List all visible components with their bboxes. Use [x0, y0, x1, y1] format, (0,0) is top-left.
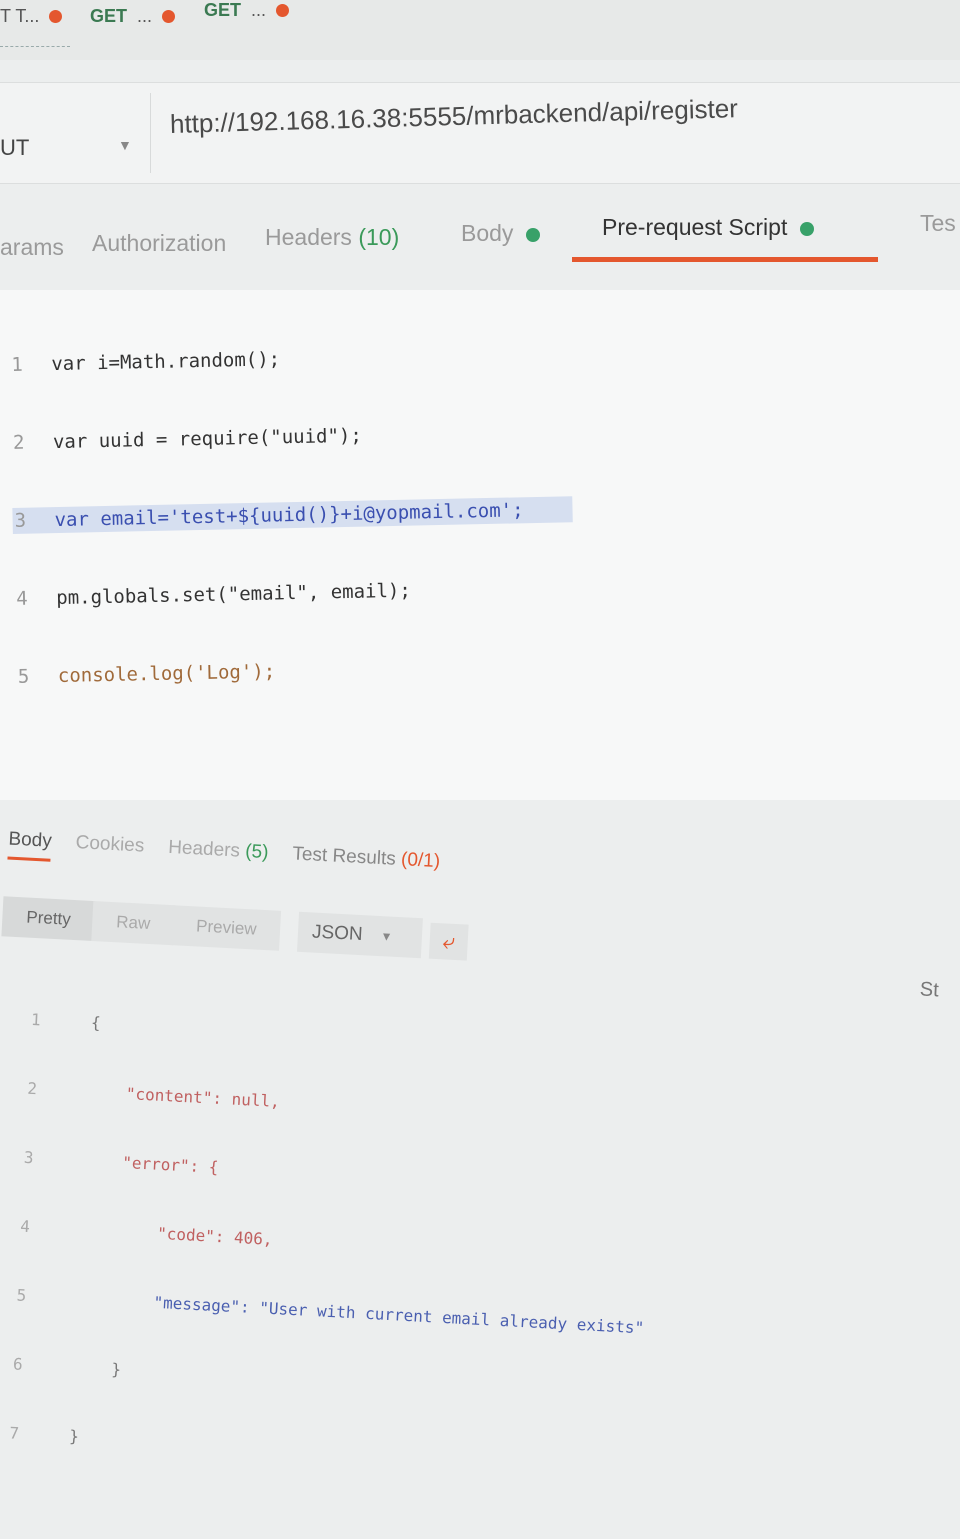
response-line: 1{: [28, 1008, 659, 1064]
response-body[interactable]: 1{ 2 "content": null, 3 "error": { 4 "co…: [4, 962, 661, 1523]
tab-headers[interactable]: Headers (10): [265, 224, 399, 251]
format-select[interactable]: JSON ▼: [296, 911, 423, 959]
unsaved-dot-icon: [162, 10, 176, 23]
tab-label: ...: [251, 0, 267, 20]
status-label: St: [919, 978, 940, 1002]
format-select-value: JSON: [311, 921, 364, 946]
raw-button[interactable]: Raw: [91, 901, 176, 946]
response-line: 7}: [7, 1421, 638, 1477]
response-text: {: [90, 1013, 102, 1033]
line-number: 7: [8, 1423, 20, 1443]
tab-label: ...: [137, 6, 153, 26]
response-panel: Body Cookies Headers (5) Test Results (0…: [0, 810, 959, 1446]
code-area[interactable]: 1 var i=Math.random(); 2 var uuid = requir…: [8, 288, 577, 742]
tab-cookies[interactable]: Cookies: [75, 832, 145, 867]
unsaved-dot-icon: [49, 10, 63, 23]
tab-test-results-label: Test Results: [291, 843, 397, 870]
line-number: 6: [12, 1354, 24, 1374]
line-number: 3: [23, 1147, 34, 1168]
chevron-down-icon: ▼: [380, 929, 393, 944]
tab-response-headers[interactable]: Headers (5): [167, 837, 269, 873]
line-number: 4: [19, 1216, 31, 1237]
tab-method: GET: [204, 0, 242, 20]
tab-response-body[interactable]: Body: [7, 828, 53, 862]
tab-label: T T...: [0, 6, 40, 26]
line-number: 3: [14, 509, 27, 532]
unsaved-dot-icon: [276, 4, 290, 17]
pretty-button[interactable]: Pretty: [1, 896, 96, 942]
response-line: 6 }: [10, 1352, 641, 1408]
tab-test-results-count: (0/1): [400, 849, 441, 873]
tab-headers-count: (10): [358, 224, 400, 250]
tab-test-results[interactable]: Test Results (0/1): [291, 843, 441, 882]
response-line: 3 "error": {: [21, 1146, 652, 1202]
response-tabs: Body Cookies Headers (5) Test Results (0…: [7, 828, 441, 882]
code-line: 5 console.log('Log');: [16, 652, 576, 690]
response-line: 2 "content": null,: [25, 1077, 656, 1133]
code-text: var i=Math.random();: [51, 348, 281, 376]
response-text: }: [68, 1426, 80, 1446]
line-number: 2: [26, 1078, 38, 1099]
tab-response-headers-label: Headers: [167, 836, 241, 862]
method-select[interactable]: UT: [0, 135, 29, 161]
code-text: pm.globals.set("email", email);: [56, 579, 412, 610]
code-line-active: 3 var email='test+${uuid()}+i@yopmail.com…: [12, 496, 573, 534]
line-number: 1: [11, 353, 24, 376]
tab-divider: [0, 46, 70, 47]
status-dot-icon: [525, 227, 540, 242]
chevron-down-icon[interactable]: ▼: [118, 137, 132, 153]
tab-body-label: Body: [461, 220, 514, 246]
tab-response-headers-count: (5): [244, 840, 269, 864]
code-line: 1 var i=Math.random();: [9, 340, 569, 378]
line-number: 4: [16, 587, 28, 610]
code-text: console.log('Log');: [57, 660, 276, 688]
request-tab-2[interactable]: GET ...: [90, 6, 176, 27]
code-line: 4 pm.globals.set("email", email);: [14, 574, 574, 612]
response-text: "error": {: [83, 1150, 219, 1177]
active-tab-indicator: [572, 257, 878, 262]
code-line: 2 var uuid = require("uuid");: [11, 418, 571, 456]
tab-method: GET: [90, 6, 128, 26]
code-text: var uuid = require("uuid");: [52, 424, 363, 454]
request-tab-1[interactable]: T T...: [0, 6, 63, 27]
line-number: 5: [17, 665, 30, 688]
url-bar: UT ▼ http://192.168.16.38:5555/mrbackend…: [0, 82, 960, 184]
request-tab-3[interactable]: GET ...: [204, 0, 290, 21]
response-text: }: [72, 1357, 122, 1380]
line-number: 5: [16, 1285, 27, 1306]
response-text: "code": 406,: [79, 1219, 274, 1249]
preview-button[interactable]: Preview: [171, 905, 282, 951]
divider: [150, 93, 151, 173]
line-number: 2: [12, 431, 25, 454]
status-dot-icon: [799, 221, 814, 236]
tab-headers-label: Headers: [265, 224, 352, 250]
tab-tests[interactable]: Tes: [920, 210, 956, 237]
url-input[interactable]: http://192.168.16.38:5555/mrbackend/api/…: [170, 93, 739, 140]
tab-body[interactable]: Body: [461, 220, 540, 247]
tab-pre-request-script[interactable]: Pre-request Script: [602, 214, 814, 241]
code-text: var email='test+${uuid()}+i@yopmail.com'…: [54, 499, 524, 532]
response-line: 4 "code": 406,: [18, 1215, 649, 1271]
tab-params[interactable]: arams: [0, 234, 64, 261]
tab-authorization[interactable]: Authorization: [92, 230, 226, 257]
script-editor[interactable]: 1 var i=Math.random(); 2 var uuid = requir…: [0, 290, 960, 800]
tab-pre-request-label: Pre-request Script: [602, 214, 788, 240]
response-line: 5 "message": "User with current email al…: [14, 1283, 645, 1339]
request-tab-strip: T T... GET ... GET ...: [0, 0, 960, 60]
response-text: "content": null,: [86, 1081, 281, 1112]
line-number: 1: [30, 1009, 42, 1030]
response-text: "message": "User with current email alre…: [76, 1288, 645, 1338]
wrap-lines-icon[interactable]: ⤶: [428, 922, 469, 961]
